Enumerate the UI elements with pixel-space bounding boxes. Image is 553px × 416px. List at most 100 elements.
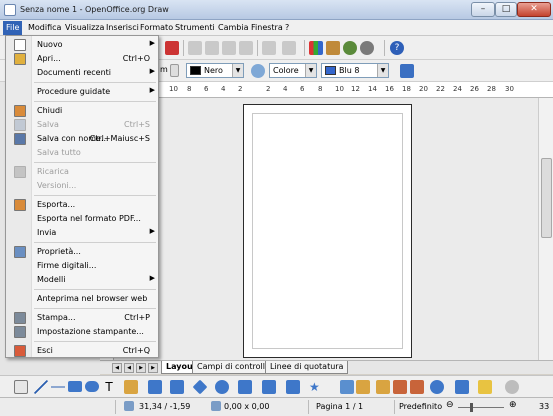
basic-shapes-icon[interactable] <box>192 379 208 395</box>
text-tool-icon[interactable]: T <box>102 380 116 394</box>
zoom-icon[interactable] <box>360 41 374 55</box>
extrusion-icon[interactable] <box>505 380 519 394</box>
block-arrows-icon[interactable] <box>238 380 252 394</box>
symbol-shapes-icon[interactable] <box>215 380 229 394</box>
print-icon <box>14 312 26 324</box>
menu-finestra[interactable]: Finestra <box>248 21 286 35</box>
paste-icon[interactable] <box>222 41 236 55</box>
scrollbar-thumb[interactable] <box>541 158 552 238</box>
file-menu-item-firme-digitali[interactable]: Firme digitali... <box>7 259 158 273</box>
menu-help[interactable]: ? <box>282 21 292 35</box>
menu-inserisci[interactable]: Inserisci <box>103 21 142 35</box>
tab-first-button[interactable]: ◀ <box>112 363 122 373</box>
zoom-slider[interactable] <box>458 407 504 408</box>
curve-tool-icon[interactable] <box>124 380 138 394</box>
tab-controls[interactable]: Campi di controllo <box>192 361 275 374</box>
gallery-icon[interactable] <box>410 380 424 394</box>
chart-icon[interactable] <box>309 41 323 55</box>
file-menu-dropdown: Nuovo ▶ Apri... Ctrl+O Documenti recenti ▶ Pro… <box>5 35 159 358</box>
line-color-select[interactable]: Nero ▼ <box>186 63 244 78</box>
file-menu-item-esci[interactable]: Esci Ctrl+Q <box>7 344 158 358</box>
file-menu-item-invia[interactable]: Invia ▶ <box>7 226 158 240</box>
fill-type-select[interactable]: Colore ▼ <box>269 63 317 78</box>
flowchart-icon[interactable] <box>262 380 276 394</box>
menu-formato[interactable]: Formato <box>137 21 176 35</box>
menu-separator <box>34 308 156 309</box>
close-button[interactable]: ✕ <box>517 2 551 17</box>
maximize-button[interactable]: □ <box>495 2 517 17</box>
menu-visualizza[interactable]: Visualizza <box>62 21 107 35</box>
align-icon[interactable] <box>455 380 469 394</box>
undo-icon[interactable] <box>262 41 276 55</box>
file-menu-item-proprietà[interactable]: Proprietà... <box>7 245 158 259</box>
file-menu-item-impostazione-stampante[interactable]: Impostazione stampante... <box>7 325 158 339</box>
navigator-icon[interactable] <box>343 41 357 55</box>
menu-file[interactable]: File <box>3 21 23 35</box>
file-menu-item-anteprima-nel-browser-web[interactable]: Anteprima nel browser web <box>7 292 158 306</box>
spin-stepper[interactable] <box>170 64 179 77</box>
copy-icon[interactable] <box>205 41 219 55</box>
rotate-icon[interactable] <box>430 380 444 394</box>
ruler-tick-label: 24 <box>453 85 462 93</box>
menu-strumenti[interactable]: Strumenti <box>172 21 218 35</box>
connector-tool-icon[interactable] <box>148 380 162 394</box>
from-file-icon[interactable] <box>393 380 407 394</box>
ruler-tick-label: 10 <box>169 85 178 93</box>
file-menu-item-modelli[interactable]: Modelli ▶ <box>7 273 158 287</box>
menu-cambia[interactable]: Cambia <box>215 21 251 35</box>
menu-item-label: Documenti recenti <box>37 68 111 77</box>
chevron-down-icon: ▼ <box>377 64 388 77</box>
file-menu-item-nuovo[interactable]: Nuovo ▶ <box>7 38 158 52</box>
file-menu-item-apri[interactable]: Apri... Ctrl+O <box>7 52 158 66</box>
glue-points-icon[interactable] <box>356 380 370 394</box>
zoom-out-icon[interactable]: ⊖ <box>446 400 454 410</box>
help-icon[interactable]: ? <box>390 41 404 55</box>
area-fill-icon[interactable] <box>251 64 265 78</box>
zoom-in-icon[interactable]: ⊕ <box>509 400 517 410</box>
file-menu-item-stampa[interactable]: Stampa... Ctrl+P <box>7 311 158 325</box>
callouts-icon[interactable] <box>286 380 300 394</box>
file-menu-item-salva-con-nome[interactable]: Salva con nome... Ctrl+Maiusc+S <box>7 132 158 146</box>
select-arrow-icon[interactable] <box>14 380 28 394</box>
file-menu-item-esporta-nel-formato-pdf[interactable]: Esporta nel formato PDF... <box>7 212 158 226</box>
file-menu-item-procedure-guidate[interactable]: Procedure guidate ▶ <box>7 85 158 99</box>
menu-item-label: Proprietà... <box>37 247 81 256</box>
lines-arrows-icon[interactable] <box>170 380 184 394</box>
menu-modifica[interactable]: Modifica <box>25 21 64 35</box>
shadow-icon[interactable] <box>400 64 414 78</box>
ruler-tick-label: 6 <box>300 85 305 93</box>
minimize-button[interactable]: – <box>471 2 495 17</box>
menu-item-label: Procedure guidate <box>37 87 111 96</box>
ruler-tick-label: 22 <box>436 85 445 93</box>
menu-item-label: Salva tutto <box>37 148 81 157</box>
vertical-scrollbar[interactable] <box>538 98 553 360</box>
tab-dimension-lines[interactable]: Linee di quotatura <box>265 361 349 374</box>
points-icon[interactable] <box>340 380 354 394</box>
stars-icon[interactable]: ★ <box>309 380 323 394</box>
fontwork-icon[interactable] <box>376 380 390 394</box>
fill-color-select[interactable]: Blu 8 ▼ <box>321 63 389 78</box>
format-paintbrush-icon[interactable] <box>239 41 253 55</box>
tab-last-button[interactable]: ▶ <box>148 363 158 373</box>
file-menu-item-versioni: Versioni... <box>7 179 158 193</box>
line-tool-icon[interactable] <box>34 380 48 394</box>
arrow-line-icon[interactable] <box>51 380 65 394</box>
zoom-slider-handle[interactable] <box>470 403 473 412</box>
properties-icon <box>14 246 26 258</box>
file-menu-item-documenti-recenti[interactable]: Documenti recenti ▶ <box>7 66 158 80</box>
ellipse-tool-icon[interactable] <box>85 381 99 392</box>
tab-prev-button[interactable]: ◀ <box>124 363 134 373</box>
menu-item-label: Esci <box>37 346 53 355</box>
redo-icon[interactable] <box>282 41 296 55</box>
file-menu-item-chiudi[interactable]: Chiudi <box>7 104 158 118</box>
drawing-canvas[interactable] <box>114 98 538 360</box>
drawing-page[interactable] <box>243 104 412 358</box>
arrange-icon[interactable] <box>478 380 492 394</box>
tab-next-button[interactable]: ▶ <box>136 363 146 373</box>
rectangle-tool-icon[interactable] <box>68 381 82 392</box>
spellcheck-icon[interactable] <box>165 41 179 55</box>
table-icon[interactable] <box>326 41 340 55</box>
file-menu-item-esporta[interactable]: Esporta... <box>7 198 158 212</box>
ruler-tick-label: 30 <box>505 85 514 93</box>
cut-icon[interactable] <box>188 41 202 55</box>
